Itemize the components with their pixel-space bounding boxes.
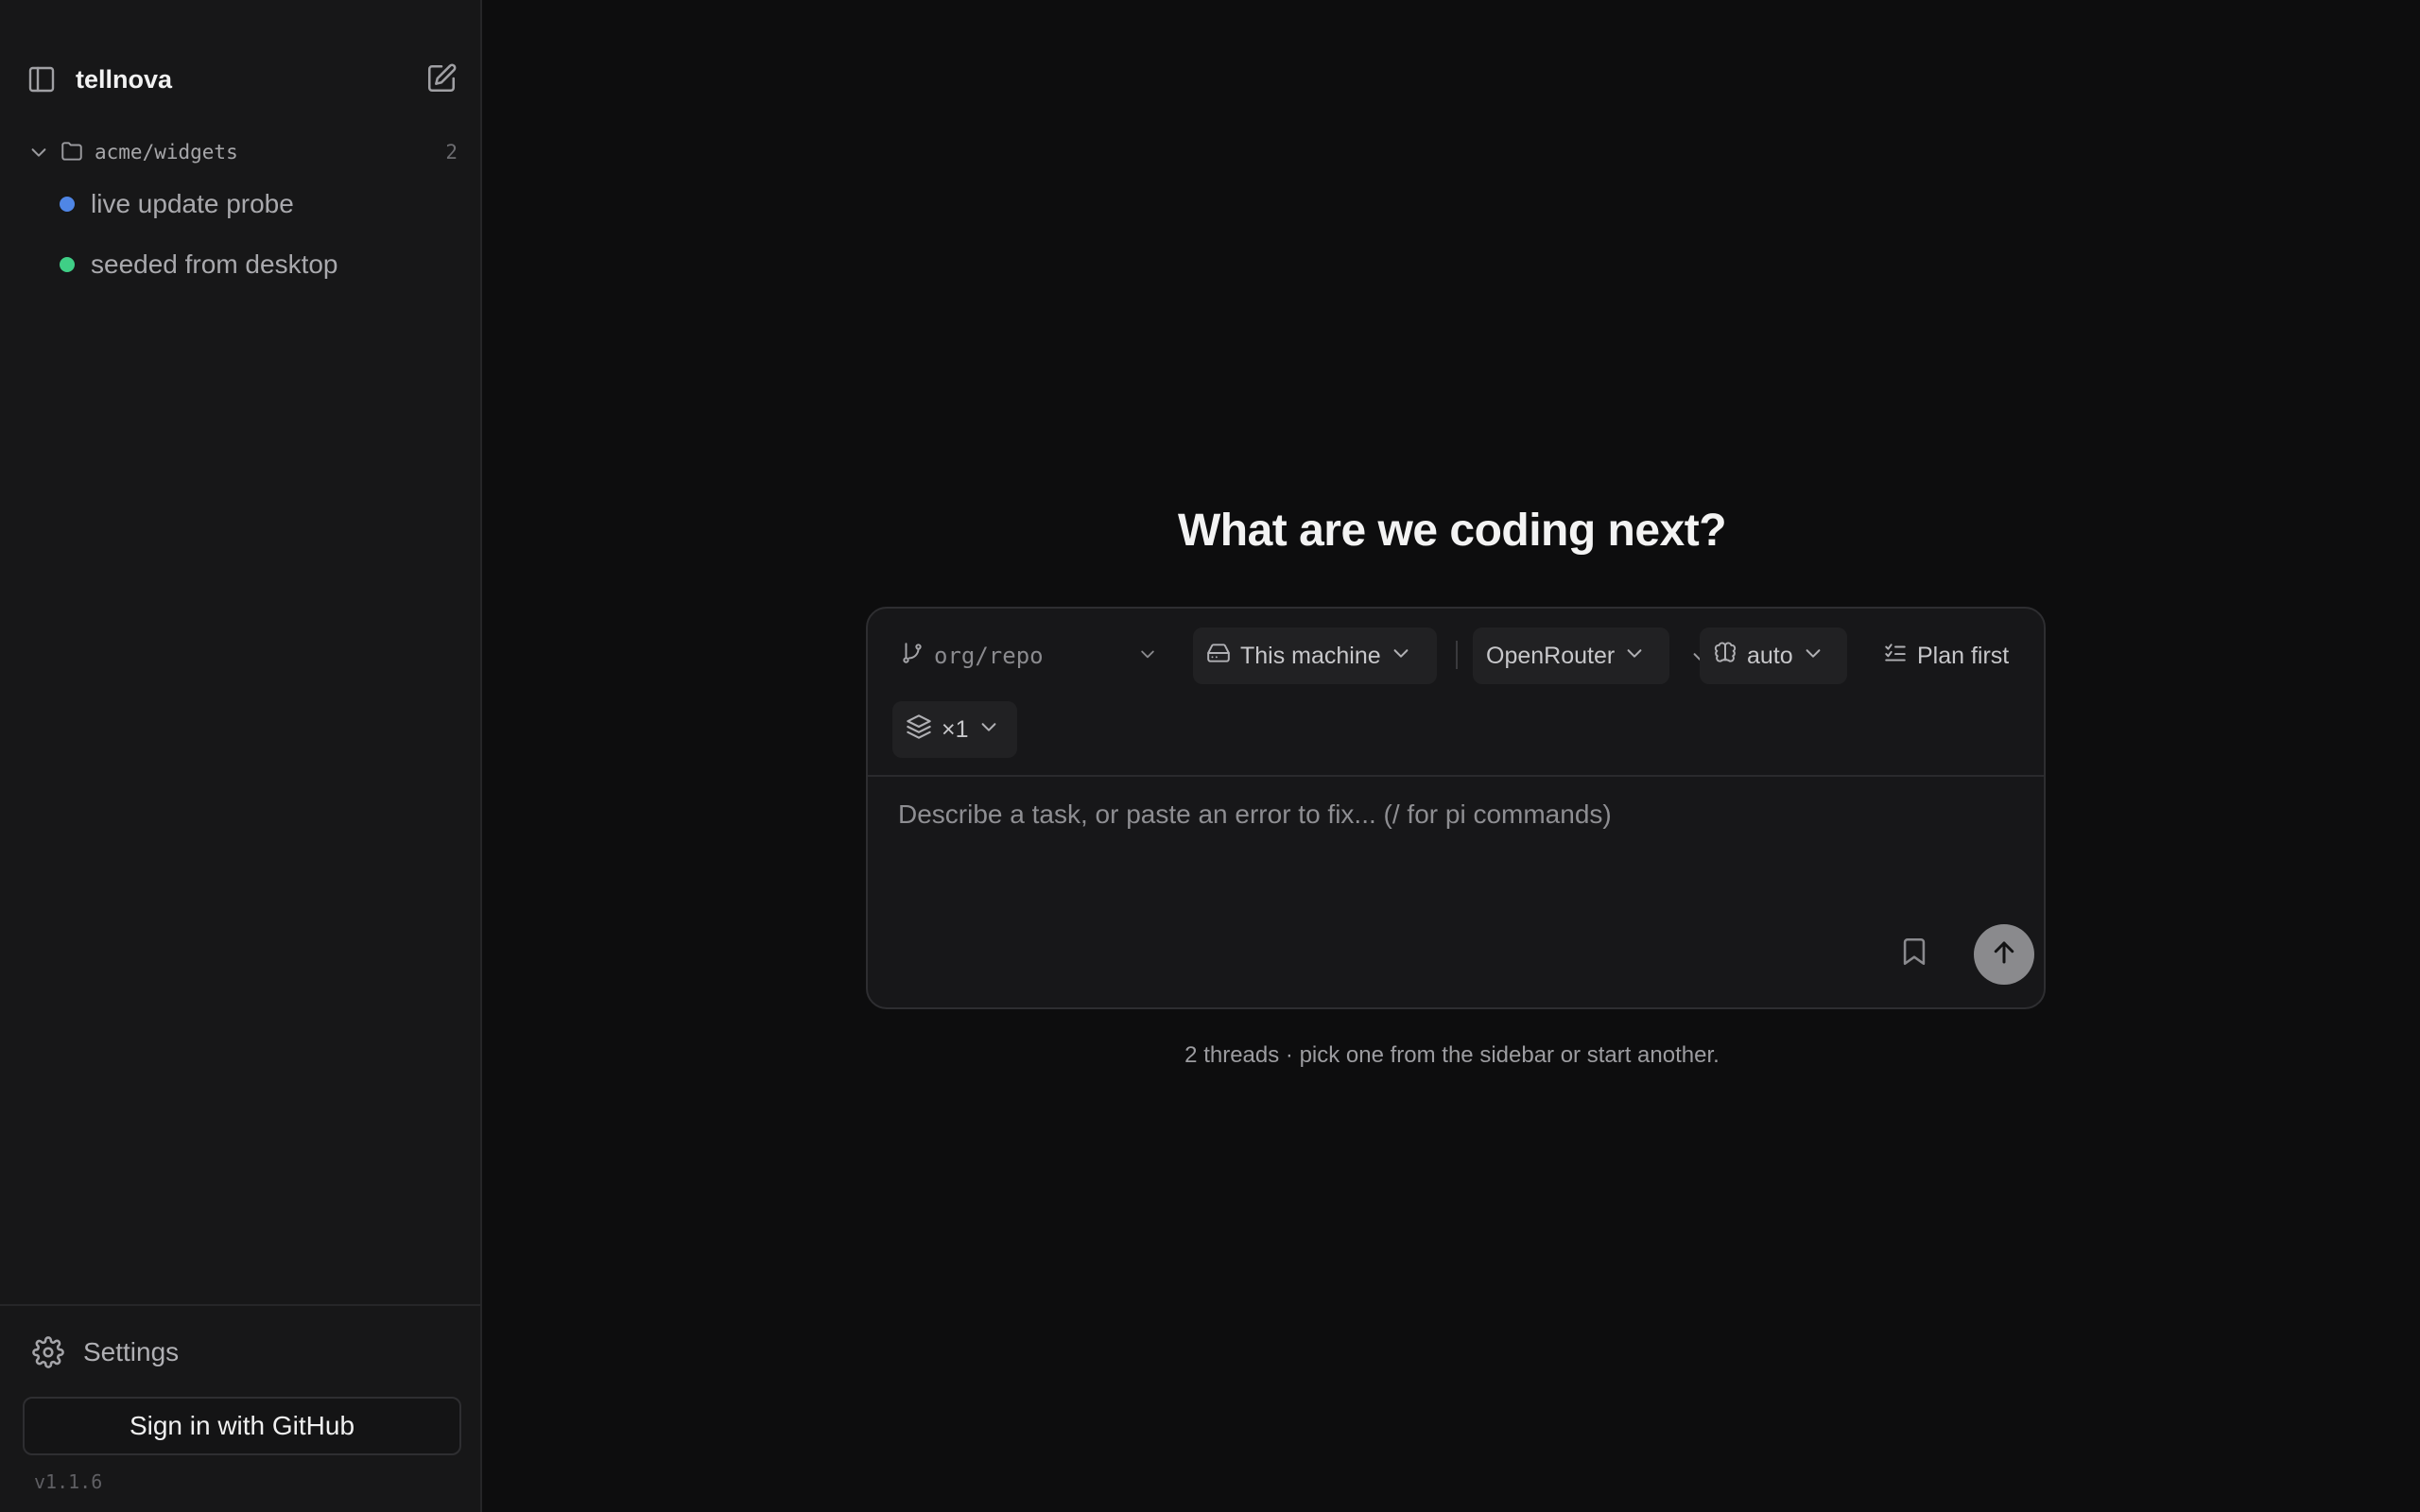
list-check-icon <box>1883 641 1908 672</box>
settings-button[interactable]: Settings <box>0 1329 482 1374</box>
provider-selector[interactable]: OpenRouter <box>1473 627 1669 684</box>
chevron-down-icon <box>1803 642 1824 670</box>
provider-label: OpenRouter <box>1486 643 1616 669</box>
thread-hint: 2 threads · pick one from the sidebar or… <box>1184 1042 1720 1068</box>
folder-icon <box>59 139 85 163</box>
sidebar-header: tellnova <box>0 57 482 102</box>
project-row[interactable]: acme/widgets 2 <box>0 134 482 168</box>
chevron-down-icon[interactable] <box>28 142 49 163</box>
page-title: What are we coding next? <box>1177 506 1727 556</box>
compose-icon[interactable] <box>425 62 458 94</box>
model-label: auto <box>1747 643 1793 669</box>
app-window: tellnova acme/widgets 2 live update prob… <box>0 0 2420 1512</box>
chevron-down-icon <box>978 715 999 744</box>
app-version: v1.1.6 <box>34 1470 103 1493</box>
model-selector[interactable]: auto <box>1700 627 1847 684</box>
layers-icon <box>906 713 932 747</box>
chevron-down-icon <box>1391 642 1411 670</box>
brain-icon <box>1713 641 1737 672</box>
send-button[interactable] <box>1974 924 2034 985</box>
sign-in-github-button[interactable]: Sign in with GitHub <box>23 1397 461 1455</box>
sidebar: tellnova acme/widgets 2 live update prob… <box>0 0 482 1512</box>
machine-selector[interactable]: This machine <box>1193 627 1437 684</box>
project-name: acme/widgets <box>95 141 238 163</box>
chevron-down-icon <box>1624 642 1645 670</box>
repo-input[interactable]: org/repo <box>934 642 1129 670</box>
thread-label: seeded from desktop <box>91 249 338 279</box>
parallel-count-selector[interactable]: ×1 <box>892 701 1017 758</box>
machine-label: This machine <box>1240 643 1381 669</box>
thread-label: live update probe <box>91 189 294 218</box>
hard-drive-icon <box>1206 641 1231 672</box>
bookmark-icon[interactable] <box>1898 936 1930 968</box>
main-panel: What are we coding next? org/repo This m… <box>484 0 2420 1512</box>
plan-first-label: Plan first <box>1917 643 2010 669</box>
thread-status-dot <box>60 197 75 212</box>
arrow-up-icon <box>1990 938 2018 971</box>
toolbar-divider <box>1456 641 1458 669</box>
repo-selector[interactable]: org/repo <box>887 627 1170 684</box>
composer: org/repo This machine OpenRouter auto Pl… <box>866 607 2046 1009</box>
gear-icon <box>32 1336 64 1368</box>
thread-item-live-update-probe[interactable]: live update probe <box>0 183 482 225</box>
thread-item-seeded-from-desktop[interactable]: seeded from desktop <box>0 244 482 285</box>
project-thread-count: 2 <box>445 141 458 163</box>
sidebar-toggle-icon[interactable] <box>26 64 57 94</box>
settings-label: Settings <box>83 1337 180 1366</box>
git-branch-icon <box>900 641 925 672</box>
thread-status-dot <box>60 257 75 272</box>
parallel-count-label: ×1 <box>942 716 969 743</box>
app-title: tellnova <box>76 65 173 94</box>
composer-toolbar: org/repo This machine OpenRouter auto Pl… <box>868 609 2044 777</box>
chevron-down-icon <box>1138 642 1157 670</box>
prompt-input[interactable]: Describe a task, or paste an error to fi… <box>898 798 2014 832</box>
plan-first-toggle[interactable]: Plan first <box>1870 627 2031 684</box>
sidebar-divider <box>0 1304 482 1306</box>
